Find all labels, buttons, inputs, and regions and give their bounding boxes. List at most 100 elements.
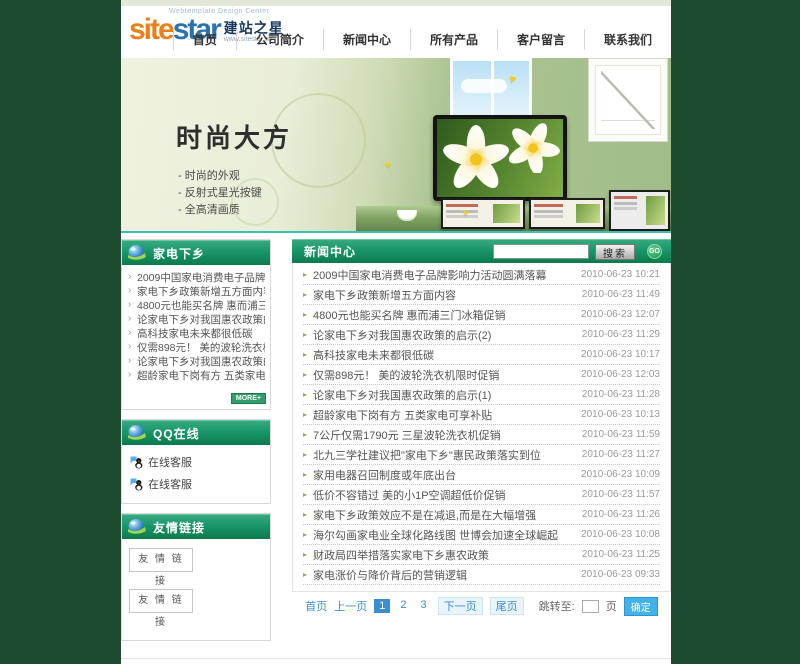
- pagination-last[interactable]: 尾页: [490, 597, 524, 615]
- header: Webtemplate Design Center sitestar 建站之星 …: [121, 0, 671, 58]
- news-row: ▸ 4800元也能买名牌 惠而浦三门冰箱促销 2010-06-23 12:07: [303, 305, 660, 325]
- jump-confirm-button[interactable]: 确定: [624, 597, 658, 616]
- page-number[interactable]: 2: [396, 599, 410, 613]
- sidebar-news-item[interactable]: 家电下乡政策新增五方面内容: [128, 285, 265, 299]
- jump-unit: 页: [606, 598, 617, 614]
- banner-feature: - 时尚的外观: [178, 168, 262, 185]
- nav-item[interactable]: 首页: [173, 29, 236, 50]
- news-row: ▸ 海尔勾画家电业全球化路线图 世博会加速全球崛起 2010-06-23 10:…: [303, 525, 660, 545]
- news-link[interactable]: 论家电下乡对我国惠农政策的启示(1): [313, 387, 491, 403]
- friend-link[interactable]: 友 情 链 接: [129, 589, 193, 613]
- tv-screen-flower-image: [437, 119, 563, 197]
- banner-small-tv: [441, 198, 525, 229]
- sidebar-news-item[interactable]: 论家电下乡对我国惠农政策的启示...: [128, 355, 265, 369]
- sidebar-news-item[interactable]: 仅需898元！ 美的波轮洗衣机...: [128, 341, 265, 355]
- main-area: 家电下乡 2009中国家电消费电子品牌影... 家电下乡政策新增五方面内容 48…: [121, 239, 671, 650]
- sidebar-news-item[interactable]: 4800元也能买名牌 惠而浦三...: [128, 299, 265, 313]
- news-row: ▸ 2009中国家电消费电子品牌影响力活动圆满落幕 2010-06-23 10:…: [303, 265, 660, 285]
- news-link[interactable]: 家电下乡政策效应不是在减退,而是在大幅增强: [313, 507, 536, 523]
- news-date: 2010-06-23 10:13: [573, 409, 660, 420]
- news-date: 2010-06-23 10:21: [573, 269, 660, 280]
- news-link[interactable]: 仅需898元！ 美的波轮洗衣机限时促销: [313, 367, 499, 383]
- nav-item[interactable]: 联系我们: [584, 29, 671, 50]
- bullet-icon: ▸: [303, 430, 307, 439]
- news-link[interactable]: 海尔勾画家电业全球化路线图 世博会加速全球崛起: [313, 527, 558, 543]
- search-button[interactable]: 搜索: [595, 244, 635, 260]
- flower-graphic: [441, 125, 511, 191]
- nav-item[interactable]: 所有产品: [410, 29, 497, 50]
- news-link[interactable]: 2009中国家电消费电子品牌影响力活动圆满落幕: [313, 267, 546, 283]
- bullet-icon: ▸: [303, 330, 307, 339]
- news-date: 2010-06-23 11:59: [574, 429, 660, 440]
- sidebar-links-title: 友情链接: [153, 519, 205, 536]
- pagination-prev[interactable]: 上一页: [334, 598, 367, 614]
- sidebar-news-item[interactable]: 2009中国家电消费电子品牌影...: [128, 271, 265, 285]
- jump-page-input[interactable]: [582, 600, 599, 613]
- sidebar-news-item[interactable]: 论家电下乡对我国惠农政策的启示...: [128, 313, 265, 327]
- page-number[interactable]: 1: [374, 599, 390, 613]
- news-link[interactable]: 财政局四举措落实家电下乡惠农政策: [313, 547, 489, 563]
- friend-link[interactable]: 友 情 链 接: [129, 548, 193, 572]
- page-number[interactable]: 3: [417, 599, 431, 613]
- news-link[interactable]: 高科技家电未来都很低碳: [313, 347, 434, 363]
- nav-item[interactable]: 公司简介: [236, 29, 323, 50]
- news-row: ▸ 家电下乡政策新增五方面内容 2010-06-23 11:49: [303, 285, 660, 305]
- banner-tv: [433, 115, 567, 201]
- pagination-first[interactable]: 首页: [305, 598, 327, 614]
- bullet-icon: ▸: [303, 530, 307, 539]
- sidebar-news-item[interactable]: 超龄家电下岗有方 五类家电可享...: [128, 369, 265, 383]
- nav-item[interactable]: 客户留言: [497, 29, 584, 50]
- friend-links-row: 友 情 链 接 友 情 链 接: [122, 539, 270, 640]
- news-link[interactable]: 低价不容错过 美的小1P空调超低价促销: [313, 487, 506, 503]
- sidebar-links-header: 友情链接: [122, 514, 270, 539]
- news-link[interactable]: 北九三学社建议把"家电下乡"惠民政策落实到位: [313, 447, 541, 463]
- bullet-icon: ▸: [303, 370, 307, 379]
- news-row: ▸ 高科技家电未来都很低碳 2010-06-23 10:17: [303, 345, 660, 365]
- news-link[interactable]: 7公斤仅需1790元 三星波轮洗衣机促销: [313, 427, 501, 443]
- sidebar-links-box: 友情链接 友 情 链 接 友 情 链 接: [121, 513, 271, 641]
- news-list: ▸ 2009中国家电消费电子品牌影响力活动圆满落幕 2010-06-23 10:…: [292, 263, 671, 592]
- sidebar-qq-header: QQ在线: [122, 420, 270, 445]
- news-date: 2010-06-23 11:57: [574, 489, 660, 500]
- news-row: ▸ 家用电器召回制度或年底出台 2010-06-23 10:09: [303, 465, 660, 485]
- qq-penguin-icon: [130, 478, 144, 491]
- news-panel: 新闻中心 搜索 GO ▸ 2009中国家电消费电子品牌影响力活动圆满落幕 201…: [292, 239, 671, 650]
- flower-graphic: [505, 121, 561, 173]
- pagination: 首页 上一页 1 2 3 下一页 尾页 跳转至: 页 确定: [292, 598, 671, 614]
- qq-service-item[interactable]: 在线客服: [130, 451, 262, 473]
- qq-service-label: 在线客服: [148, 476, 192, 492]
- news-row: ▸ 北九三学社建议把"家电下乡"惠民政策落实到位 2010-06-23 11:2…: [303, 445, 660, 465]
- pagination-next[interactable]: 下一页: [438, 597, 483, 615]
- banner-feature: - 反射式星光按键: [178, 185, 262, 202]
- news-link[interactable]: 家用电器召回制度或年底出台: [313, 467, 456, 483]
- news-link[interactable]: 论家电下乡对我国惠农政策的启示(2): [313, 327, 491, 343]
- bullet-icon: ▸: [303, 290, 307, 299]
- news-link[interactable]: 家电涨价与降价背后的营销逻辑: [313, 567, 467, 583]
- banner-feature-list: - 时尚的外观 - 反射式星光按键 - 全高清画质: [178, 168, 262, 219]
- banner-small-tv: [609, 190, 670, 231]
- bullet-icon: ▸: [303, 450, 307, 459]
- qq-service-item[interactable]: 在线客服: [130, 473, 262, 495]
- go-button[interactable]: GO: [647, 244, 662, 259]
- sidebar-news-item[interactable]: 高科技家电未来都很低碳: [128, 327, 265, 341]
- news-date: 2010-06-23 09:33: [573, 569, 660, 580]
- main-nav: 首页 公司简介 新闻中心 所有产品 客户留言 联系我们: [173, 29, 671, 50]
- globe-icon: [127, 518, 147, 536]
- news-link[interactable]: 超龄家电下岗有方 五类家电可享补贴: [313, 407, 492, 423]
- globe-icon: [127, 244, 147, 262]
- news-row: ▸ 低价不容错过 美的小1P空调超低价促销 2010-06-23 11:57: [303, 485, 660, 505]
- news-date: 2010-06-23 12:03: [573, 369, 660, 380]
- news-link[interactable]: 家电下乡政策新增五方面内容: [313, 287, 456, 303]
- globe-icon: [127, 424, 147, 442]
- bullet-icon: ▸: [303, 490, 307, 499]
- news-date: 2010-06-23 11:28: [574, 389, 660, 400]
- nav-item[interactable]: 新闻中心: [323, 29, 410, 50]
- banner-window-image: [450, 58, 532, 122]
- news-date: 2010-06-23 11:49: [574, 289, 660, 300]
- news-link[interactable]: 4800元也能买名牌 惠而浦三门冰箱促销: [313, 307, 506, 323]
- search-input[interactable]: [493, 244, 589, 259]
- news-row: ▸ 家电下乡政策效应不是在减退,而是在大幅增强 2010-06-23 11:26: [303, 505, 660, 525]
- more-button[interactable]: MORE+: [231, 393, 266, 404]
- sidebar: 家电下乡 2009中国家电消费电子品牌影... 家电下乡政策新增五方面内容 48…: [121, 239, 271, 650]
- news-date: 2010-06-23 10:17: [573, 349, 660, 360]
